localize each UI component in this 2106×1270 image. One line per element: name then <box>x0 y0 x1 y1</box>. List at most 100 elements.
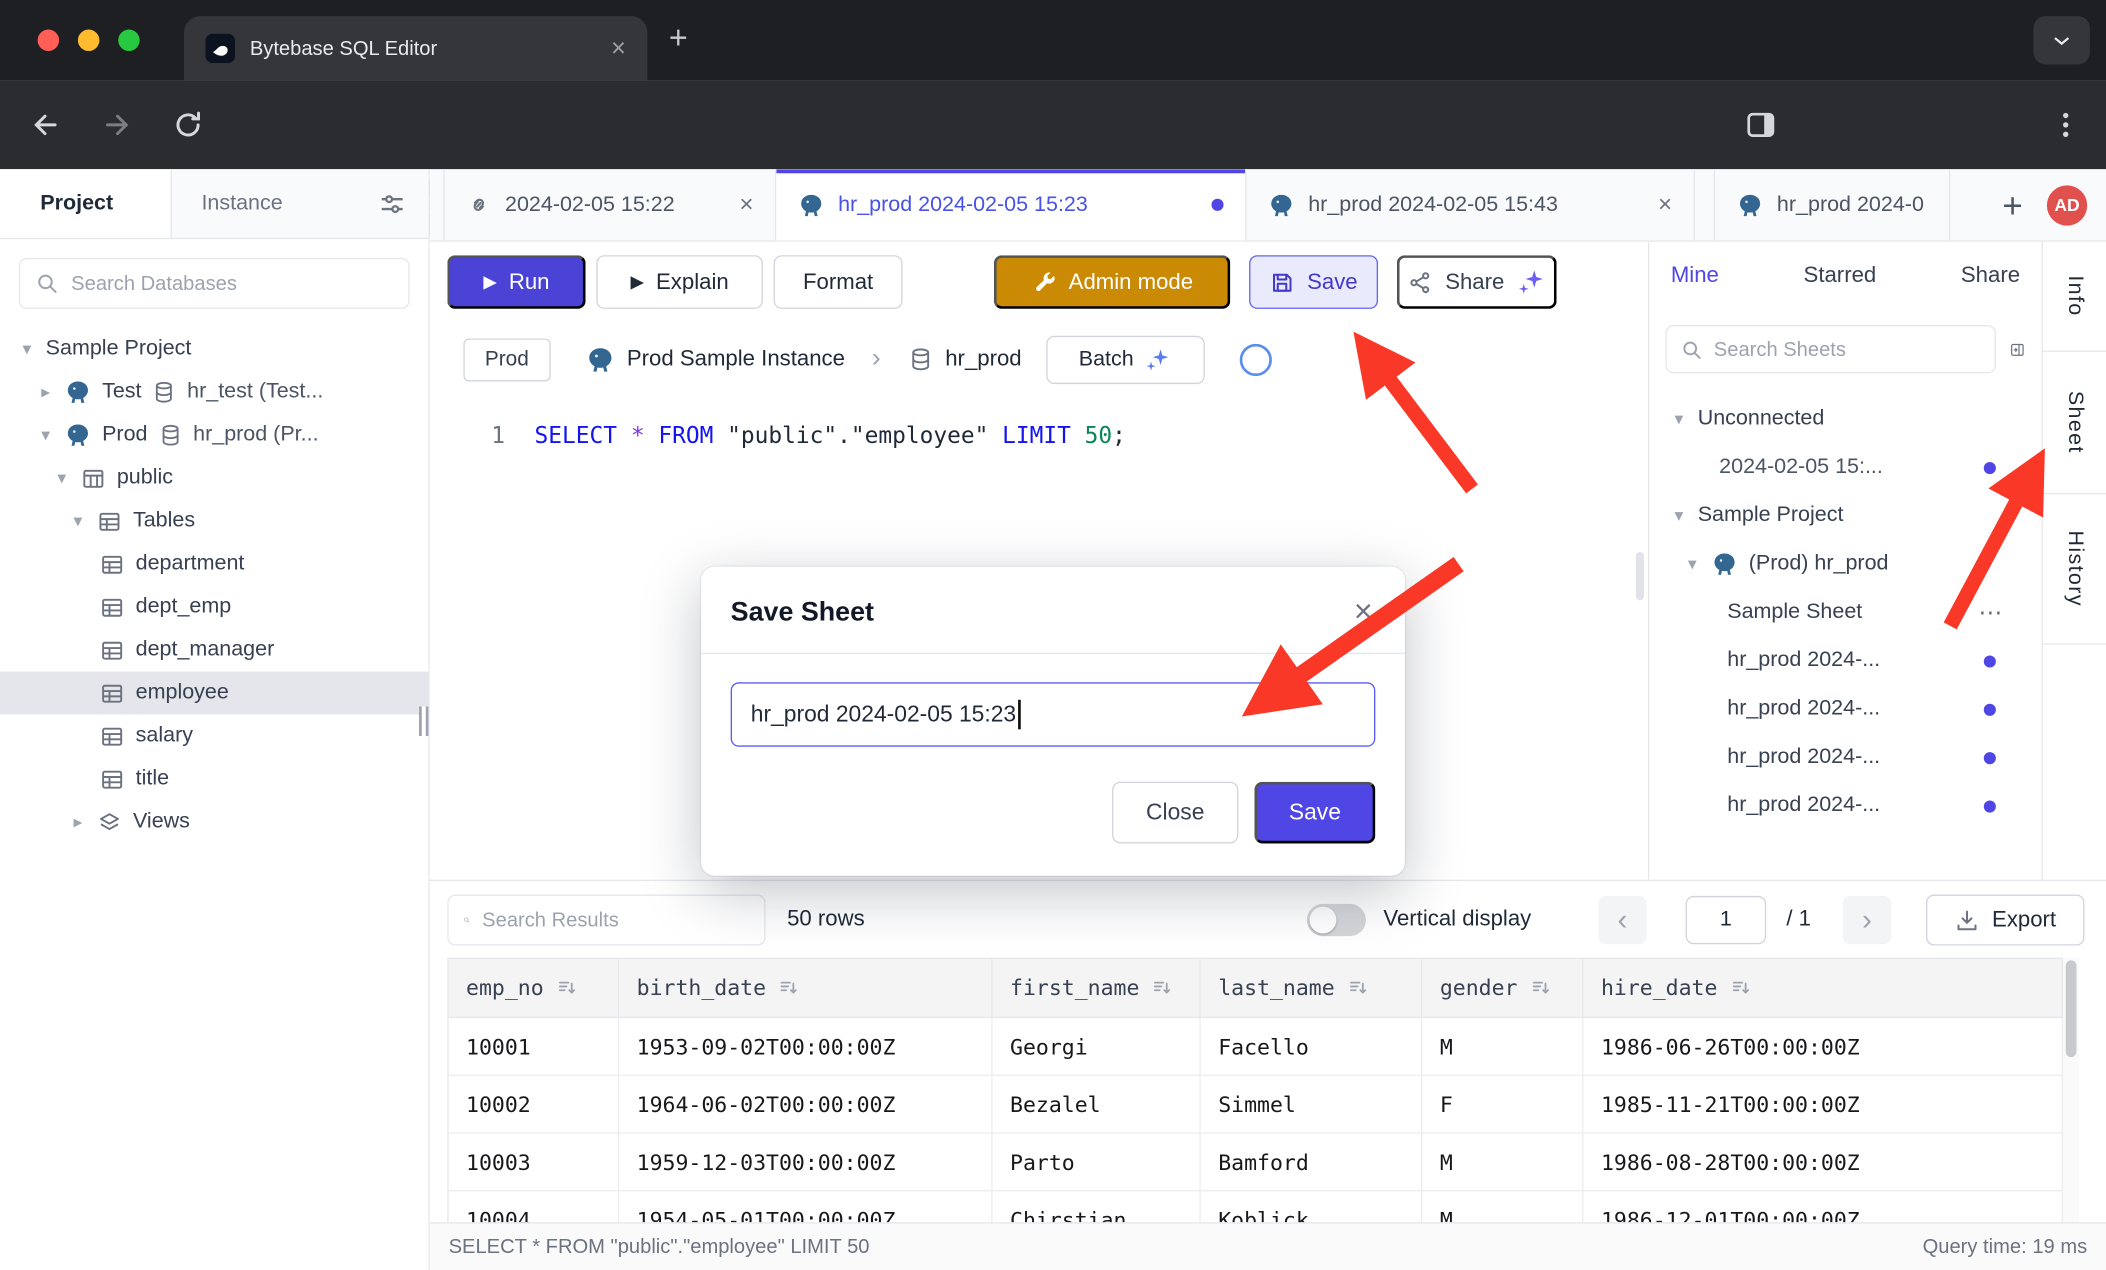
prev-page-button[interactable]: ‹ <box>1598 896 1646 944</box>
scrollbar-thumb[interactable] <box>2066 960 2077 1057</box>
chevron-down-icon[interactable]: ▾ <box>1671 505 1687 526</box>
tree-item-table-title[interactable]: title <box>0 758 428 801</box>
tree-item-tables-group[interactable]: ▾ Tables <box>0 500 428 543</box>
batch-button[interactable]: Batch <box>1046 335 1204 383</box>
reload-icon[interactable] <box>172 109 204 141</box>
side-panel-icon[interactable] <box>1745 109 1777 141</box>
tree-item-schema-public[interactable]: ▾ public <box>0 457 428 500</box>
admin-mode-button[interactable]: Admin mode <box>994 255 1230 309</box>
sheet-search[interactable] <box>1665 325 1995 373</box>
close-icon[interactable]: × <box>1658 191 1672 219</box>
rail-tab-sheet[interactable]: Sheet <box>2043 352 2106 494</box>
export-button[interactable]: Export <box>1926 895 2084 946</box>
sheet-search-input[interactable] <box>1714 338 1981 361</box>
tab-share[interactable]: Share <box>1961 263 2020 289</box>
back-icon[interactable] <box>30 109 62 141</box>
tree-item-table-dept-emp[interactable]: dept_emp <box>0 586 428 629</box>
page-input[interactable] <box>1686 896 1767 944</box>
tab-instance[interactable]: Instance <box>172 169 312 237</box>
editor-scrollbar[interactable] <box>1636 552 1644 600</box>
sheet-item-sample[interactable]: Sample Sheet ⋯ <box>1649 588 2041 636</box>
new-query-tab-button[interactable]: + <box>2002 187 2022 222</box>
database-search-input[interactable] <box>71 272 393 295</box>
sheet-name-input[interactable]: hr_prod 2024-02-05 15:23 <box>731 682 1376 746</box>
table-cell[interactable]: 1986-12-01T00:00:00Z <box>1584 1191 2063 1223</box>
column-header[interactable]: emp_no <box>449 959 620 1018</box>
table-cell[interactable]: 10002 <box>449 1076 620 1134</box>
table-cell[interactable]: Bamford <box>1201 1134 1423 1192</box>
collapse-panel-icon[interactable] <box>2009 335 2025 363</box>
tab-mine[interactable]: Mine <box>1671 263 1719 289</box>
column-header[interactable]: gender <box>1422 959 1583 1018</box>
table-cell[interactable]: 1986-06-26T00:00:00Z <box>1584 1018 2063 1076</box>
table-cell[interactable]: 1985-11-21T00:00:00Z <box>1584 1076 2063 1134</box>
query-tab-4[interactable]: hr_prod 2024-0 <box>1714 169 1950 240</box>
table-cell[interactable]: Georgi <box>993 1018 1201 1076</box>
rail-tab-history[interactable]: History <box>2043 494 2106 644</box>
dialog-save-button[interactable]: Save <box>1254 782 1375 844</box>
table-cell[interactable]: M <box>1422 1191 1583 1223</box>
tree-item-table-employee[interactable]: employee <box>0 672 428 715</box>
sort-icon[interactable] <box>1530 976 1553 999</box>
column-header[interactable]: hire_date <box>1584 959 2063 1018</box>
results-search-input[interactable] <box>482 909 749 932</box>
sheet-group-project[interactable]: ▾ Sample Project <box>1649 492 2041 540</box>
table-cell[interactable]: M <box>1422 1018 1583 1076</box>
next-page-button[interactable]: › <box>1843 896 1891 944</box>
rail-tab-info[interactable]: Info <box>2043 242 2106 352</box>
sheet-item[interactable]: hr_prod 2024-... <box>1649 733 2041 781</box>
tab-project[interactable]: Project <box>0 169 172 237</box>
breadcrumb-database[interactable]: hr_prod <box>908 347 1022 373</box>
save-sheet-button[interactable]: Save <box>1249 255 1378 309</box>
tree-item-table-salary[interactable]: salary <box>0 715 428 758</box>
sidebar-resize-handle[interactable] <box>419 706 428 736</box>
tab-starred[interactable]: Starred <box>1804 263 1877 289</box>
tab-close-icon[interactable]: × <box>611 36 626 62</box>
table-cell[interactable]: Chirstian <box>993 1191 1201 1223</box>
filter-sliders-icon[interactable] <box>377 189 407 219</box>
sort-icon[interactable] <box>1730 976 1753 999</box>
minimize-window-button[interactable] <box>78 30 99 51</box>
column-header[interactable]: last_name <box>1201 959 1423 1018</box>
sheet-group-unconnected[interactable]: ▾ Unconnected <box>1649 395 2041 443</box>
table-cell[interactable]: 1959-12-03T00:00:00Z <box>619 1134 992 1192</box>
query-tab-3[interactable]: hr_prod 2024-02-05 15:43 × <box>1246 169 1695 240</box>
ai-assistant-icon[interactable] <box>1239 343 1271 375</box>
results-search[interactable] <box>447 895 765 946</box>
chevron-down-icon[interactable]: ▾ <box>19 338 35 359</box>
run-button[interactable]: ▶ Run <box>447 255 585 309</box>
sort-icon[interactable] <box>556 976 579 999</box>
chevron-right-icon[interactable]: ▸ <box>70 811 86 832</box>
forward-icon[interactable] <box>101 109 133 141</box>
explain-button[interactable]: ▶ Explain <box>596 255 763 309</box>
column-header[interactable]: first_name <box>993 959 1201 1018</box>
table-scrollbar[interactable] <box>2063 958 2079 1224</box>
table-cell[interactable]: 1954-05-01T00:00:00Z <box>619 1191 992 1223</box>
table-cell[interactable]: Koblick <box>1201 1191 1423 1223</box>
tab-search-button[interactable] <box>2033 16 2089 64</box>
format-button[interactable]: Format <box>774 255 903 309</box>
table-cell[interactable]: 1986-08-28T00:00:00Z <box>1584 1134 2063 1192</box>
chevron-down-icon[interactable]: ▾ <box>38 424 54 445</box>
column-header[interactable]: birth_date <box>619 959 992 1018</box>
sort-icon[interactable] <box>778 976 801 999</box>
table-cell[interactable]: 10004 <box>449 1191 620 1223</box>
tree-item-table-dept-manager[interactable]: dept_manager <box>0 629 428 672</box>
tree-item-table-department[interactable]: department <box>0 543 428 586</box>
browser-tab[interactable]: Bytebase SQL Editor × <box>184 16 647 80</box>
sort-icon[interactable] <box>1151 976 1174 999</box>
dialog-close-icon[interactable]: × <box>1354 596 1373 628</box>
tree-item-project[interactable]: ▾ Sample Project <box>0 328 428 371</box>
table-cell[interactable]: Parto <box>993 1134 1201 1192</box>
query-tab-1[interactable]: 2024-02-05 15:22 × <box>443 169 776 240</box>
dialog-close-button[interactable]: Close <box>1112 782 1238 844</box>
close-window-button[interactable] <box>38 30 59 51</box>
chevron-right-icon[interactable]: ▸ <box>38 381 54 402</box>
tree-item-views-group[interactable]: ▸ Views <box>0 800 428 843</box>
table-cell[interactable]: 10001 <box>449 1018 620 1076</box>
database-search[interactable] <box>19 258 410 309</box>
table-cell[interactable]: F <box>1422 1076 1583 1134</box>
sheet-item[interactable]: hr_prod 2024-... <box>1649 685 2041 733</box>
chevron-down-icon[interactable]: ▾ <box>70 510 86 531</box>
table-cell[interactable]: Simmel <box>1201 1076 1423 1134</box>
